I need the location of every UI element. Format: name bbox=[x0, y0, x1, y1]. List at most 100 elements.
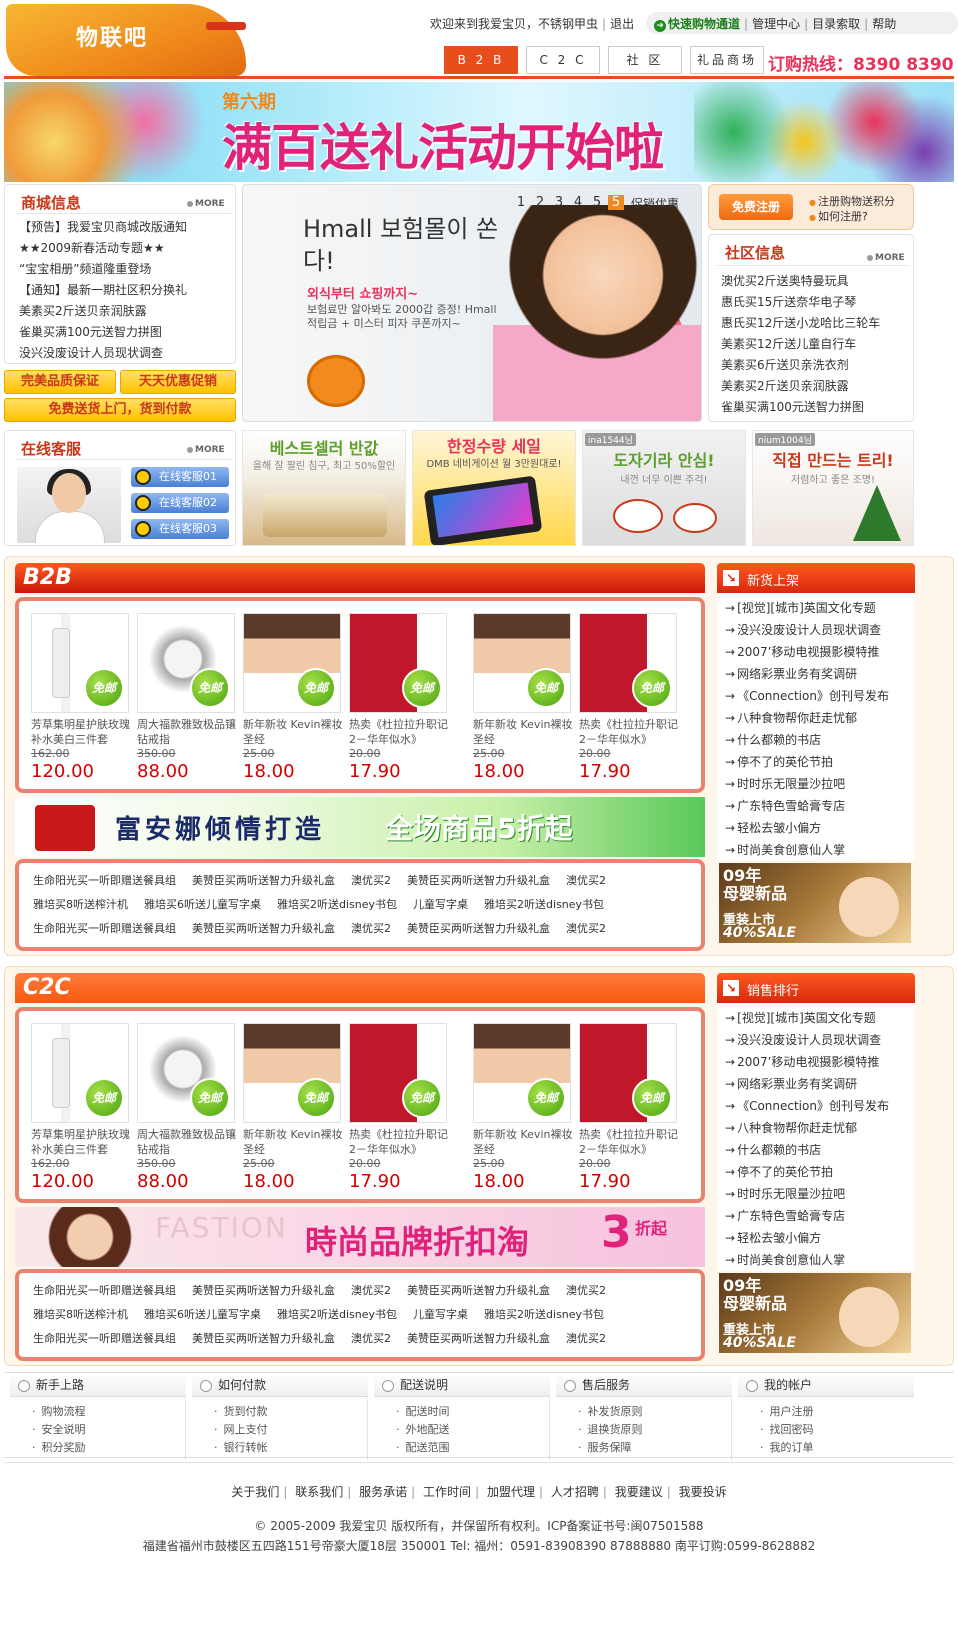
promo-link[interactable]: 生命阳光买一听即赠送餐具组 bbox=[33, 922, 176, 935]
product-card[interactable]: 免邮 新年新妆 Kevin裸妆圣经 25.00 18.00 bbox=[473, 1023, 573, 1193]
list-item[interactable]: 惠氏买12斤送小龙哈比三轮车 bbox=[721, 313, 911, 334]
promo-link[interactable]: 美赞臣买两听送智力升级礼盒 bbox=[407, 874, 550, 887]
product-image[interactable]: 免邮 bbox=[137, 1023, 235, 1123]
product-name[interactable]: 芳草集明星护肤玫瑰补水美白三件套 bbox=[31, 717, 131, 747]
free-delivery-button[interactable]: 免费送货上门，货到付款 bbox=[4, 398, 236, 422]
promo-link[interactable]: 雅培买2听送disney书包 bbox=[277, 1308, 397, 1321]
promo-link[interactable]: 澳优买2 bbox=[566, 1332, 606, 1345]
promo-link[interactable]: 澳优买2 bbox=[351, 1284, 391, 1297]
footer-link[interactable]: 加盟代理 bbox=[487, 1485, 535, 1499]
list-item[interactable]: 八种食物帮你赶走忧郁 bbox=[725, 707, 915, 729]
product-image[interactable]: 免邮 bbox=[137, 613, 235, 713]
promo-link[interactable]: 雅培买8听送榨汁机 bbox=[33, 1308, 128, 1321]
help-link[interactable]: 我的订单 bbox=[760, 1439, 814, 1457]
help-link[interactable]: 银行转帐 bbox=[214, 1439, 268, 1457]
list-item[interactable]: 美素买6斤送贝亲洗衣剂 bbox=[721, 355, 911, 376]
product-card[interactable]: 免邮 新年新妆 Kevin裸妆圣经 25.00 18.00 bbox=[243, 613, 343, 783]
list-item[interactable]: 美素买12斤送儿童自行车 bbox=[721, 334, 911, 355]
help-link[interactable]: 积分奖励 bbox=[32, 1439, 86, 1457]
product-image[interactable]: 免邮 bbox=[31, 613, 129, 713]
product-card[interactable]: 免邮 热卖《杜拉拉升职记2－华年似水》 20.00 17.90 bbox=[579, 613, 679, 783]
list-item[interactable]: 什么都赖的书店 bbox=[725, 1139, 915, 1161]
footer-link[interactable]: 我要投诉 bbox=[679, 1485, 727, 1499]
promo-link[interactable]: 生命阳光买一听即赠送餐具组 bbox=[33, 1332, 176, 1345]
product-name[interactable]: 热卖《杜拉拉升职记2－华年似水》 bbox=[349, 717, 449, 747]
list-item[interactable]: 【预告】我爱宝贝商城改版通知 bbox=[19, 217, 235, 238]
product-image[interactable]: 免邮 bbox=[473, 613, 571, 713]
product-name[interactable]: 周大福款雅致极品镶钻戒指 bbox=[137, 1127, 237, 1157]
list-item[interactable]: ★★2009新春活动专题★★ bbox=[19, 238, 235, 259]
promo-link[interactable]: 澳优买2 bbox=[566, 874, 606, 887]
promo-link[interactable]: 美赞臣买两听送智力升级礼盒 bbox=[192, 1284, 335, 1297]
logout-link[interactable]: 退出 bbox=[610, 17, 634, 31]
product-image[interactable]: 免邮 bbox=[579, 613, 677, 713]
promo-link[interactable]: 生命阳光买一听即赠送餐具组 bbox=[33, 874, 176, 887]
help-link[interactable]: 网上支付 bbox=[214, 1421, 268, 1439]
catalog-link[interactable]: 目录索取 bbox=[812, 17, 860, 31]
product-image[interactable]: 免邮 bbox=[349, 613, 447, 713]
promo-link[interactable]: 雅培买6听送儿童写字桌 bbox=[144, 1308, 261, 1321]
help-link[interactable]: 货到付款 bbox=[214, 1403, 268, 1421]
list-item[interactable]: 《Connection》创刊号发布 bbox=[725, 685, 915, 707]
promo-link[interactable]: 澳优买2 bbox=[351, 874, 391, 887]
mall-info-more[interactable]: MORE bbox=[187, 199, 225, 209]
list-item[interactable]: 网络彩票业务有奖调研 bbox=[725, 663, 915, 685]
list-item[interactable]: 雀巢买满100元送智力拼图 bbox=[19, 322, 235, 343]
promo-link[interactable]: 美赞臣买两听送智力升级礼盒 bbox=[407, 1284, 550, 1297]
list-item[interactable]: 美素买2斤送贝亲润肤露 bbox=[721, 376, 911, 397]
product-image[interactable]: 免邮 bbox=[579, 1023, 677, 1123]
quality-guarantee-button[interactable]: 完美品质保证 bbox=[4, 370, 116, 394]
promo-link[interactable]: 澳优买2 bbox=[566, 922, 606, 935]
tab-c2c[interactable]: C 2 C bbox=[526, 46, 600, 74]
list-item[interactable]: 时时乐无限量沙拉吧 bbox=[725, 1183, 915, 1205]
help-link[interactable]: 补发货原则 bbox=[578, 1403, 643, 1421]
slider-page-2[interactable]: 2 bbox=[532, 195, 548, 210]
list-item[interactable]: [视觉][城市]英国文化专题 bbox=[725, 597, 915, 619]
footer-link[interactable]: 关于我们 bbox=[231, 1485, 279, 1499]
help-column-title[interactable]: 新手上路 bbox=[10, 1373, 186, 1397]
tab-community[interactable]: 社 区 bbox=[608, 46, 682, 74]
product-name[interactable]: 芳草集明星护肤玫瑰补水美白三件套 bbox=[31, 1127, 131, 1157]
product-image[interactable]: 免邮 bbox=[473, 1023, 571, 1123]
promo-link[interactable]: 澳优买2 bbox=[351, 1332, 391, 1345]
online-service-02-button[interactable]: 在线客服02 bbox=[131, 493, 229, 513]
list-item[interactable]: 网络彩票业务有奖调研 bbox=[725, 1073, 915, 1095]
footer-link[interactable]: 我要建议 bbox=[615, 1485, 663, 1499]
product-name[interactable]: 热卖《杜拉拉升职记2－华年似水》 bbox=[579, 1127, 679, 1157]
list-item[interactable]: 【通知】最新一期社区积分换礼 bbox=[19, 280, 235, 301]
product-card[interactable]: 免邮 周大福款雅致极品镶钻戒指 350.00 88.00 bbox=[137, 613, 237, 783]
list-item[interactable]: 惠氏买15斤送奈华电子琴 bbox=[721, 292, 911, 313]
product-name[interactable]: 新年新妆 Kevin裸妆圣经 bbox=[473, 717, 573, 747]
list-item[interactable]: 广东特色雪蛤膏专店 bbox=[725, 1205, 915, 1227]
footer-link[interactable]: 服务承诺 bbox=[359, 1485, 407, 1499]
list-item[interactable]: 雀巢买满100元送智力拼图 bbox=[721, 397, 911, 418]
promo-link[interactable]: 美赞臣买两听送智力升级礼盒 bbox=[192, 922, 335, 935]
ad-bedding[interactable]: 베스트셀러 반값 올해 잘 팔린 침구, 최고 50%할인 bbox=[242, 430, 406, 546]
help-link[interactable]: 安全说明 bbox=[32, 1421, 86, 1439]
help-column-title[interactable]: 我的帐户 bbox=[738, 1373, 914, 1397]
footer-link[interactable]: 人才招聘 bbox=[551, 1485, 599, 1499]
product-name[interactable]: 新年新妆 Kevin裸妆圣经 bbox=[243, 1127, 343, 1157]
online-service-more[interactable]: MORE bbox=[187, 445, 225, 455]
product-card[interactable]: 免邮 周大福款雅致极品镶钻戒指 350.00 88.00 bbox=[137, 1023, 237, 1193]
list-item[interactable]: 2007’移动电视摄影模特推 bbox=[725, 1051, 915, 1073]
slider-active-page[interactable]: 5 bbox=[608, 195, 624, 210]
baby-products-ad[interactable]: 09年 母婴新品 重装上市 40%SALE bbox=[719, 1273, 911, 1353]
list-item[interactable]: 没兴没废设计人员现状调查 bbox=[725, 619, 915, 641]
promo-link[interactable]: 儿童写字桌 bbox=[413, 898, 468, 911]
list-item[interactable]: 广东特色雪蛤膏专店 bbox=[725, 795, 915, 817]
promo-link[interactable]: 美赞臣买两听送智力升级礼盒 bbox=[192, 874, 335, 887]
product-card[interactable]: 免邮 新年新妆 Kevin裸妆圣经 25.00 18.00 bbox=[473, 613, 573, 783]
list-item[interactable]: 没兴没废设计人员现状调查 bbox=[19, 343, 235, 364]
list-item[interactable]: 时时乐无限量沙拉吧 bbox=[725, 773, 915, 795]
promo-link[interactable]: 雅培买2听送disney书包 bbox=[484, 898, 604, 911]
slider-page-4[interactable]: 4 bbox=[570, 195, 586, 210]
ad-navigation[interactable]: 한정수량 세일 DMB 네비게이션 월 3만원대로! bbox=[412, 430, 576, 546]
product-name[interactable]: 新年新妆 Kevin裸妆圣经 bbox=[243, 717, 343, 747]
site-logo[interactable]: 物联吧 bbox=[6, 4, 246, 76]
help-link[interactable]: 服务保障 bbox=[578, 1439, 643, 1457]
promo-link[interactable]: 美赞臣买两听送智力升级礼盒 bbox=[407, 1332, 550, 1345]
promo-slider[interactable]: Hmall 보험몰이 쏜다! 외식부터 쇼핑까지~ 보험료만 알아봐도 2000… bbox=[242, 184, 702, 422]
list-item[interactable]: 没兴没废设计人员现状调查 bbox=[725, 1029, 915, 1051]
list-item[interactable]: 澳优买2斤送奥特曼玩具 bbox=[721, 271, 911, 292]
